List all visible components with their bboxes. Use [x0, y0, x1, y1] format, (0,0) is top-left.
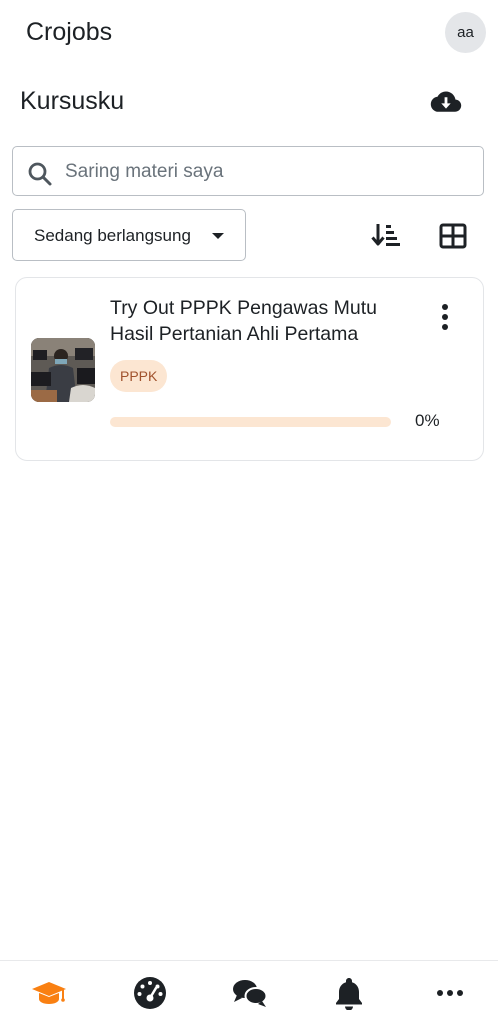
download-button[interactable] — [426, 82, 466, 122]
course-progress-text: 0% — [415, 411, 440, 430]
bell-icon — [336, 978, 362, 1010]
search-field[interactable] — [12, 146, 484, 196]
course-options-button[interactable] — [434, 302, 456, 334]
more-horizontal-icon — [437, 990, 463, 996]
nav-notifications[interactable] — [329, 973, 369, 1013]
nav-more[interactable] — [430, 973, 470, 1013]
cloud-download-icon — [430, 91, 462, 112]
page-header: Kursusku — [0, 78, 498, 126]
filter-selected-value: Sedang berlangsung — [34, 226, 191, 245]
nav-dashboard[interactable] — [130, 973, 170, 1013]
course-image — [31, 338, 95, 402]
search-input[interactable] — [63, 155, 467, 189]
grid-view-button[interactable] — [438, 221, 468, 251]
grid-view-icon — [439, 223, 467, 249]
caret-down-icon — [212, 233, 224, 239]
status-filter-dropdown[interactable]: Sedang berlangsung — [12, 209, 246, 261]
dashboard-icon — [134, 977, 166, 1009]
more-vertical-icon — [442, 304, 448, 330]
course-thumbnail[interactable] — [31, 338, 95, 402]
sort-button[interactable] — [370, 221, 404, 251]
user-avatar[interactable]: aa — [445, 12, 486, 53]
course-progress-bar — [110, 417, 391, 427]
course-category-badge: PPPK — [110, 360, 168, 392]
graduation-cap-icon — [32, 982, 66, 1004]
top-bar: Crojobs aa — [0, 0, 498, 66]
nav-messages[interactable] — [230, 973, 270, 1013]
bottom-navigation — [0, 960, 498, 1024]
messages-icon — [233, 980, 268, 1007]
app-title: Crojobs — [26, 18, 113, 46]
course-card[interactable]: Try Out PPPK Pengawas Mutu Hasil Pertani… — [15, 277, 484, 461]
sort-icon — [371, 224, 400, 246]
search-icon — [28, 162, 52, 186]
nav-my-courses[interactable] — [29, 973, 69, 1013]
page-title: Kursusku — [20, 87, 125, 115]
course-title[interactable]: Try Out PPPK Pengawas Mutu Hasil Pertani… — [110, 295, 410, 347]
